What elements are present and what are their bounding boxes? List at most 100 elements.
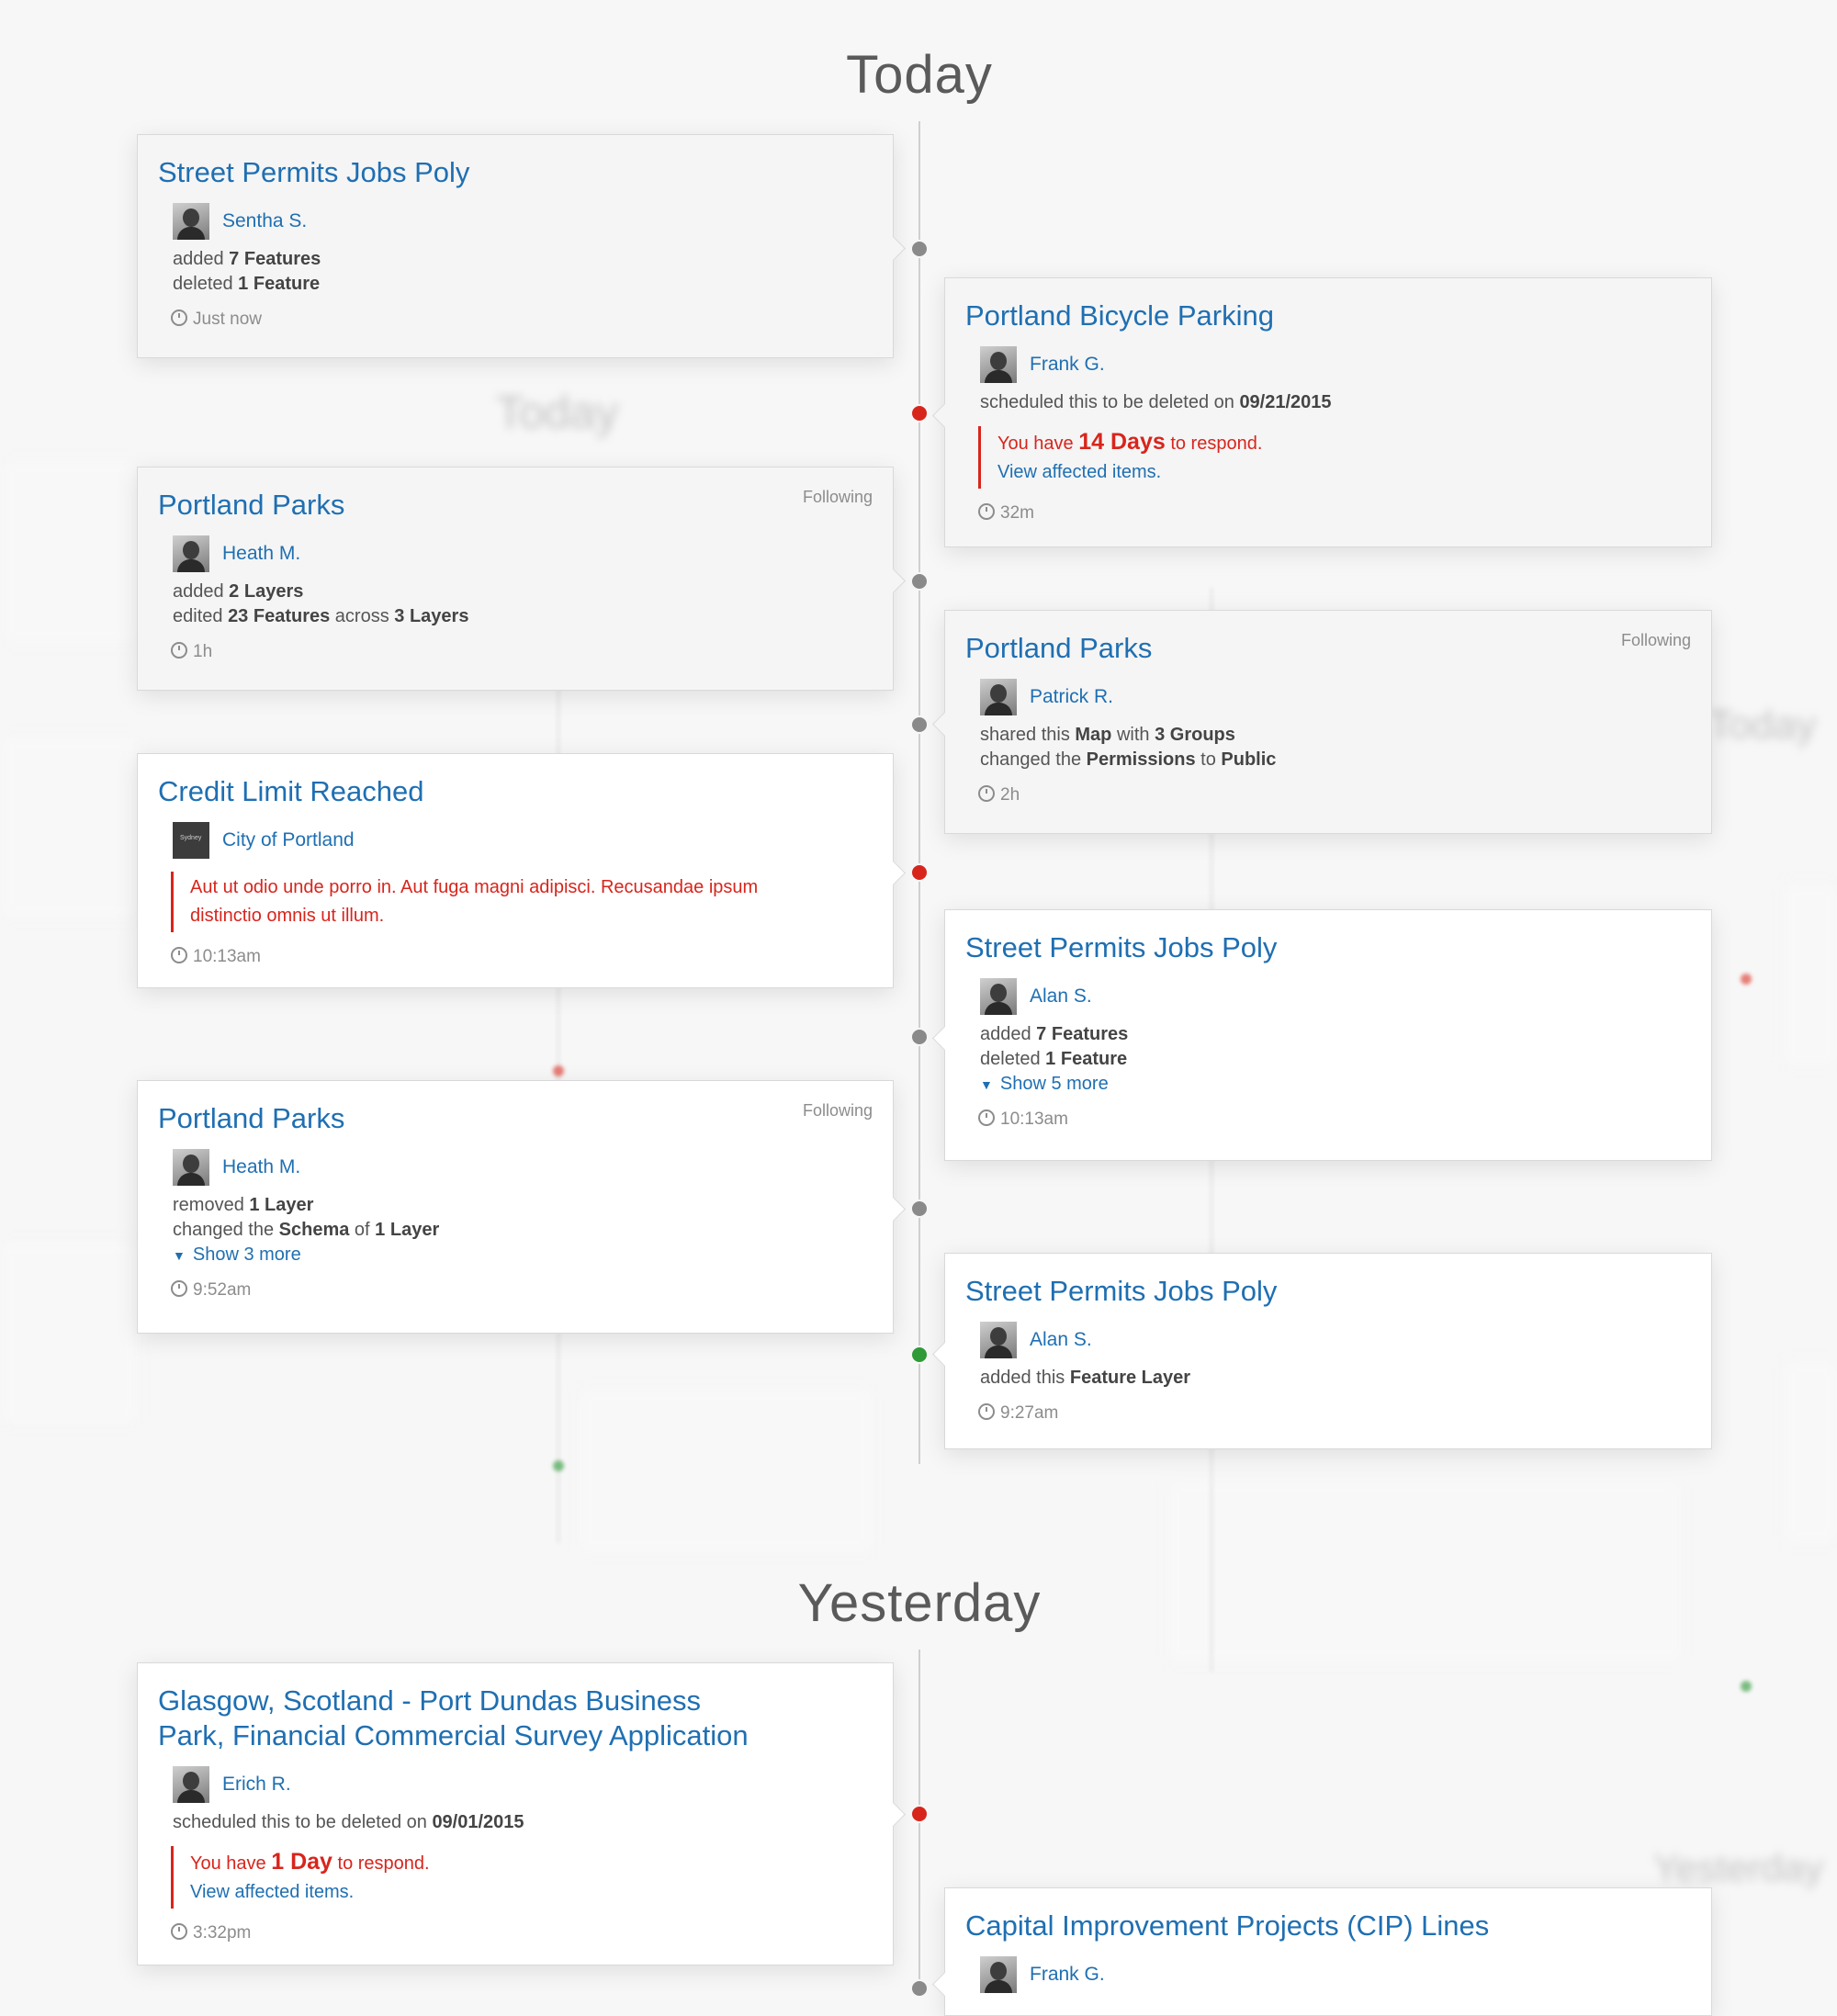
card-user[interactable]: Erich R. <box>173 1766 873 1803</box>
user-name[interactable]: City of Portland <box>222 829 355 851</box>
card-title[interactable]: Street Permits Jobs Poly <box>158 155 873 190</box>
timeline-dot-alert <box>910 404 929 422</box>
timeline-dot <box>910 1979 929 1998</box>
activity-card[interactable]: Capital Improvement Projects (CIP) Lines… <box>932 1887 1712 2016</box>
ghost-card <box>0 1240 140 1425</box>
timestamp: Just now <box>171 310 873 330</box>
avatar <box>980 978 1017 1015</box>
caret-down-icon: ▼ <box>173 1248 186 1263</box>
ghost-dot <box>553 1460 564 1471</box>
timeline-dot <box>910 240 929 258</box>
clock-icon <box>171 642 187 659</box>
ghost-heading-today: Today <box>496 387 619 438</box>
activity-card[interactable]: Glasgow, Scotland - Port Dundas Business… <box>137 1662 906 1965</box>
card-pointer <box>932 1026 957 1051</box>
card-user[interactable]: Alan S. <box>980 1322 1691 1358</box>
activity-card[interactable]: Following Portland Parks Heath M. added … <box>137 467 906 691</box>
timestamp: 10:13am <box>978 1109 1691 1130</box>
activity-line: added 7 Features <box>980 1024 1129 1044</box>
activity-line: scheduled this to be deleted on 09/21/20… <box>980 392 1332 412</box>
activity-line: scheduled this to be deleted on 09/01/20… <box>173 1812 524 1832</box>
clock-icon <box>978 1403 995 1420</box>
timeline-dot-alert <box>910 1805 929 1823</box>
ghost-card <box>1782 1359 1837 1545</box>
activity-card[interactable]: Following Portland Parks Patrick R. shar… <box>932 610 1712 834</box>
timeline-dot-created <box>910 1346 929 1364</box>
timeline-dot <box>910 715 929 734</box>
ghost-dot <box>1741 974 1752 985</box>
ghost-card <box>1782 882 1837 1067</box>
card-pointer <box>881 236 906 261</box>
timeline-dot <box>910 1199 929 1218</box>
following-badge: Following <box>1620 631 1691 649</box>
card-user[interactable]: Frank G. <box>980 346 1691 383</box>
clock-icon <box>978 503 995 520</box>
card-title[interactable]: Glasgow, Scotland - Port Dundas Business… <box>158 1684 764 1753</box>
timestamp: 9:52am <box>171 1280 873 1301</box>
card-title[interactable]: Street Permits Jobs Poly <box>965 930 1691 965</box>
deletion-alert: You have 14 Days to respond. View affect… <box>978 426 1691 489</box>
timeline-dot <box>910 572 929 591</box>
user-name[interactable]: Patrick R. <box>1030 686 1113 708</box>
following-badge: Following <box>802 488 873 506</box>
card-user[interactable]: Alan S. <box>980 978 1691 1015</box>
activity-line: changed the Permissions to Public <box>980 749 1277 770</box>
activity-line: shared this Map with 3 Groups <box>980 725 1235 745</box>
ghost-card <box>0 459 140 645</box>
view-affected-items-link[interactable]: View affected items. <box>190 1882 354 1902</box>
card-title[interactable]: Credit Limit Reached <box>158 774 873 809</box>
ghost-card <box>579 1387 874 1554</box>
card-title[interactable]: Portland Parks <box>158 1101 873 1136</box>
activity-line: deleted 1 Feature <box>173 274 321 294</box>
avatar <box>980 346 1017 383</box>
card-user[interactable]: Sentha S. <box>173 203 873 240</box>
card-user[interactable]: Heath M. <box>173 1149 873 1186</box>
card-user[interactable]: Patrick R. <box>980 679 1691 715</box>
activity-line: added this Feature Layer <box>980 1368 1191 1388</box>
user-name[interactable]: Frank G. <box>1030 1964 1105 1986</box>
user-name[interactable]: Alan S. <box>1030 1329 1092 1351</box>
ghost-heading-today-right: Today <box>1708 703 1817 748</box>
ghost-dot <box>553 1065 564 1076</box>
view-affected-items-link[interactable]: View affected items. <box>997 462 1161 482</box>
card-user[interactable]: Frank G. <box>980 1956 1691 1993</box>
timeline-dot-alert <box>910 863 929 882</box>
user-name[interactable]: Sentha S. <box>222 210 307 232</box>
activity-line: removed 1 Layer <box>173 1195 314 1215</box>
show-more-toggle[interactable]: ▼ Show 3 more <box>173 1245 873 1266</box>
card-pointer <box>881 569 906 593</box>
timestamp: 3:32pm <box>171 1923 873 1943</box>
following-badge: Following <box>802 1101 873 1120</box>
activity-card[interactable]: Street Permits Jobs Poly Alan S. added t… <box>932 1253 1712 1449</box>
user-name[interactable]: Frank G. <box>1030 354 1105 376</box>
ghost-card <box>1166 1479 1683 1664</box>
card-title[interactable]: Portland Parks <box>965 631 1691 666</box>
card-user[interactable]: Sydney City of Portland <box>173 822 873 859</box>
user-name[interactable]: Heath M. <box>222 543 300 565</box>
avatar <box>173 203 209 240</box>
ghost-card <box>0 735 140 920</box>
avatar <box>173 535 209 572</box>
section-heading-yesterday: Yesterday <box>797 1573 1042 1633</box>
card-pointer <box>932 712 957 737</box>
activity-card[interactable]: Street Permits Jobs Poly Alan S. added 7… <box>932 909 1712 1161</box>
timeline-dot <box>910 1028 929 1046</box>
ghost-heading-yesterday: Yesterday <box>1653 1846 1824 1889</box>
card-title[interactable]: Portland Parks <box>158 488 873 523</box>
activity-card[interactable]: Following Portland Parks Heath M. remove… <box>137 1080 906 1334</box>
card-title[interactable]: Street Permits Jobs Poly <box>965 1274 1691 1309</box>
card-title[interactable]: Capital Improvement Projects (CIP) Lines <box>965 1909 1691 1943</box>
ghost-dot <box>1741 1681 1752 1692</box>
timeline-line-today <box>918 121 920 1464</box>
activity-card[interactable]: Street Permits Jobs Poly Sentha S. added… <box>137 134 906 358</box>
user-name[interactable]: Alan S. <box>1030 985 1092 1008</box>
card-pointer <box>881 1197 906 1222</box>
user-name[interactable]: Heath M. <box>222 1156 300 1178</box>
show-more-toggle[interactable]: ▼ Show 5 more <box>980 1074 1691 1095</box>
caret-down-icon: ▼ <box>980 1077 993 1092</box>
activity-card[interactable]: Credit Limit Reached Sydney City of Port… <box>137 753 906 988</box>
card-title[interactable]: Portland Bicycle Parking <box>965 298 1691 333</box>
activity-card[interactable]: Portland Bicycle Parking Frank G. schedu… <box>932 277 1712 547</box>
card-user[interactable]: Heath M. <box>173 535 873 572</box>
user-name[interactable]: Erich R. <box>222 1774 291 1796</box>
